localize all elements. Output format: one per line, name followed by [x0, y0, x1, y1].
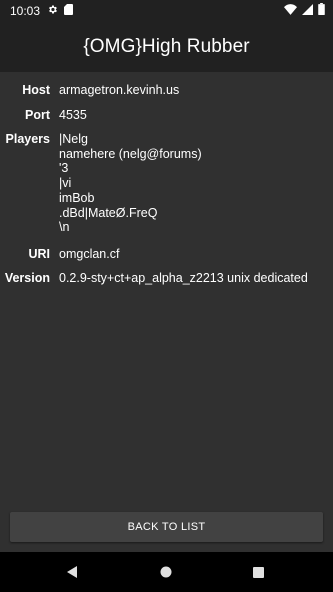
status-time: 10:03	[10, 4, 41, 18]
gear-icon	[47, 2, 58, 20]
home-icon[interactable]	[156, 562, 176, 582]
port-value: 4535	[59, 108, 87, 122]
host-value: armagetron.kevinh.us	[59, 83, 180, 97]
port-label: Port	[25, 108, 50, 122]
player-name: |vi	[59, 176, 72, 191]
back-icon[interactable]	[62, 562, 82, 582]
uri-value: omgclan.cf	[59, 247, 120, 261]
sd-card-icon	[64, 2, 74, 20]
status-bar: 10:03	[0, 0, 333, 22]
player-name: '3	[59, 161, 69, 176]
port-row: Port 4535	[0, 108, 333, 122]
recents-icon[interactable]	[248, 562, 268, 582]
uri-row: URI omgclan.cf	[0, 247, 333, 261]
server-details: Host armagetron.kevinh.us Port 4535 Play…	[0, 72, 333, 552]
players-list: |Nelg namehere (nelg@forums) '3 |vi imBo…	[59, 132, 202, 235]
host-label: Host	[22, 83, 50, 97]
player-name: .dBd|MateØ.FreQ	[59, 205, 158, 220]
version-value: 0.2.9-sty+ct+ap_alpha_z2213 unix dedicat…	[59, 271, 308, 285]
wifi-icon	[284, 2, 297, 20]
players-row: Players |Nelg namehere (nelg@forums) '3 …	[0, 132, 333, 235]
app-bar: {OMG}High Rubber	[0, 22, 333, 72]
battery-icon	[318, 2, 325, 20]
signal-icon	[302, 2, 313, 20]
back-to-list-button[interactable]: BACK TO LIST	[10, 512, 323, 542]
uri-label: URI	[28, 247, 50, 261]
players-label: Players	[5, 132, 50, 146]
host-row: Host armagetron.kevinh.us	[0, 83, 333, 97]
player-name: |Nelg	[59, 132, 88, 146]
player-name: \n	[59, 220, 70, 235]
version-label: Version	[4, 271, 50, 285]
player-name: imBob	[59, 190, 95, 205]
version-row: Version 0.2.9-sty+ct+ap_alpha_z2213 unix…	[0, 271, 333, 285]
page-title: {OMG}High Rubber	[83, 36, 250, 57]
nav-bar	[0, 552, 333, 592]
player-name: namehere (nelg@forums)	[59, 146, 202, 161]
